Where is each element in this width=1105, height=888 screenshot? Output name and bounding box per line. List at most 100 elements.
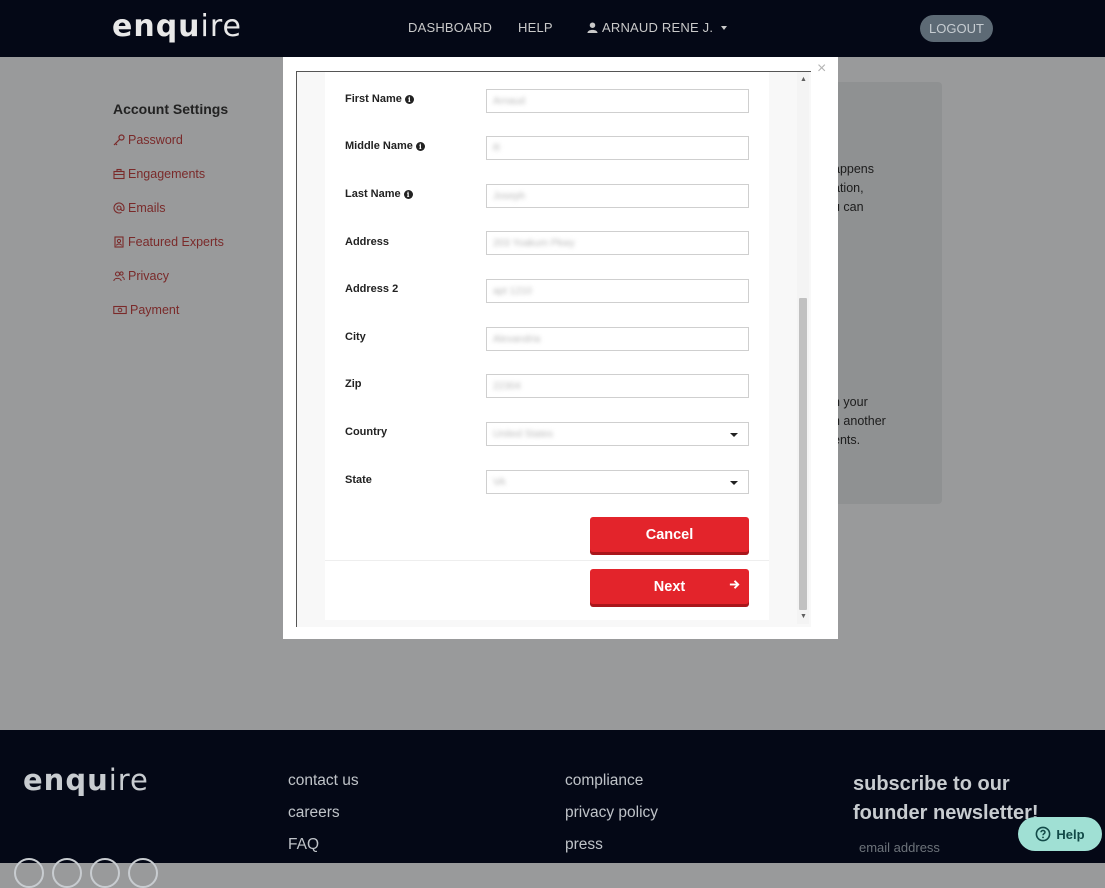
first-name-input[interactable]: Arnaud	[486, 89, 749, 113]
field-label-text: Address	[345, 236, 390, 248]
cancel-button[interactable]: Cancel	[590, 517, 749, 552]
footer-link-press[interactable]: press	[565, 836, 603, 854]
user-icon	[587, 22, 598, 33]
field-label-text: First Name	[345, 93, 402, 105]
sidebar-item-label: Engagements	[128, 167, 206, 181]
chevron-down-icon	[721, 25, 728, 30]
input-value: Joseph	[493, 190, 526, 202]
footer-link-contact[interactable]: contact us	[288, 772, 359, 790]
form-divider	[325, 560, 769, 561]
nav-dashboard[interactable]: DASHBOARD	[408, 20, 492, 35]
last-name-input[interactable]: Joseph	[486, 184, 749, 208]
input-value: R	[493, 142, 501, 154]
address-2-input[interactable]: apt 1210	[486, 279, 749, 303]
zip-input[interactable]: 22304	[486, 374, 749, 398]
next-button[interactable]: Next	[590, 569, 749, 604]
city-input[interactable]: Alexandria	[486, 327, 749, 351]
input-value: apt 1210	[493, 285, 532, 297]
info-panel-text-bottom: n your h another ents.	[833, 393, 886, 450]
middle-name-input[interactable]: R	[486, 136, 749, 160]
footer-link-compliance[interactable]: compliance	[565, 772, 643, 790]
field-label-text: Address 2	[345, 283, 399, 295]
scroll-down-arrow-icon[interactable]: ▼	[800, 613, 807, 620]
arrow-right-icon	[729, 580, 740, 589]
next-label: Next	[653, 578, 686, 595]
info-line: n your	[833, 395, 868, 409]
sidebar-item-label: Privacy	[128, 269, 169, 283]
sidebar-item-label: Payment	[130, 303, 180, 317]
cancel-label: Cancel	[645, 526, 694, 543]
logo-bold-text: enqu	[112, 9, 201, 44]
scroll-up-arrow-icon[interactable]: ▲	[800, 76, 807, 83]
footer-link-privacy[interactable]: privacy policy	[565, 804, 658, 822]
account-settings-title: Account Settings	[113, 101, 229, 117]
help-widget-label: Help	[1056, 826, 1085, 842]
state-select[interactable]: VA	[486, 470, 749, 494]
logout-button[interactable]: LOGOUT	[920, 15, 993, 42]
sidebar-item-label: Featured Experts	[128, 235, 224, 249]
zip-label: Zip	[345, 378, 362, 390]
field-label-text: Country	[345, 426, 388, 438]
sidebar-item-payment[interactable]: Payment	[113, 303, 179, 317]
info-icon[interactable]: i	[415, 141, 425, 151]
modal-scrollbar-thumb[interactable]	[799, 298, 807, 610]
info-line: h another	[833, 414, 886, 428]
sidebar-item-privacy[interactable]: Privacy	[113, 269, 169, 283]
footer-logo[interactable]: enquire	[23, 763, 149, 797]
middle-name-label: Middle Name i	[345, 140, 425, 152]
nav-help[interactable]: HELP	[518, 20, 553, 35]
info-icon[interactable]: i	[404, 94, 414, 104]
info-line: u can	[833, 200, 864, 214]
address-2-label: Address 2	[345, 283, 398, 295]
input-value: Arnaud	[493, 95, 526, 107]
newsletter-email-input[interactable]: email address	[859, 840, 940, 855]
input-value: Alexandria	[493, 333, 541, 345]
key-icon	[113, 134, 125, 146]
logo-thin-text: ire	[108, 763, 149, 797]
sidebar-item-label: Password	[128, 133, 183, 147]
city-label: City	[345, 331, 366, 343]
chevron-down-icon	[730, 481, 738, 485]
country-select[interactable]: United States	[486, 422, 749, 446]
country-label: Country	[345, 426, 387, 438]
sidebar-item-engagements[interactable]: Engagements	[113, 167, 205, 181]
info-icon[interactable]: i	[403, 189, 413, 199]
at-icon	[113, 202, 125, 214]
info-line: appens	[833, 162, 875, 176]
address-label: Address	[345, 236, 389, 248]
help-widget-button[interactable]: Help	[1018, 817, 1102, 851]
field-label-text: State	[345, 474, 372, 486]
badge-icon	[114, 236, 124, 248]
sidebar-item-emails[interactable]: Emails	[113, 201, 166, 215]
last-name-label: Last Name i	[345, 188, 413, 200]
info-panel-text-top: appens ation, u can	[833, 160, 874, 217]
user-name: ARNAUD RENE J.	[602, 20, 714, 35]
nav-user-menu[interactable]: ARNAUD RENE J.	[587, 20, 728, 35]
briefcase-icon	[113, 168, 125, 180]
money-icon	[113, 305, 127, 315]
info-line: ation,	[833, 181, 864, 195]
field-label-text: Zip	[345, 378, 362, 390]
field-label-text: City	[345, 331, 366, 343]
chevron-down-icon	[730, 433, 738, 437]
address-input[interactable]: 203 Yoakum Pkwy	[486, 231, 749, 255]
field-label-text: Middle Name	[345, 140, 413, 152]
state-label: State	[345, 474, 372, 486]
users-icon	[113, 271, 125, 282]
info-line: ents.	[833, 433, 861, 447]
sidebar-item-password[interactable]: Password	[113, 133, 183, 147]
input-value: 203 Yoakum Pkwy	[493, 237, 575, 249]
logo-bold-text: enqu	[23, 763, 109, 797]
sidebar-item-featured-experts[interactable]: Featured Experts	[113, 235, 224, 249]
field-label-text: Last Name	[345, 188, 401, 200]
first-name-label: First Name i	[345, 93, 414, 105]
select-value: United States	[493, 428, 554, 440]
question-icon	[1036, 826, 1051, 842]
select-value: VA	[493, 476, 506, 488]
close-icon[interactable]: ×	[817, 60, 826, 78]
input-value: 22304	[493, 380, 521, 392]
header-logo[interactable]: enquire	[112, 9, 242, 44]
footer-link-faq[interactable]: FAQ	[288, 836, 319, 854]
footer-link-careers[interactable]: careers	[288, 804, 340, 822]
logo-thin-text: ire	[200, 9, 243, 44]
